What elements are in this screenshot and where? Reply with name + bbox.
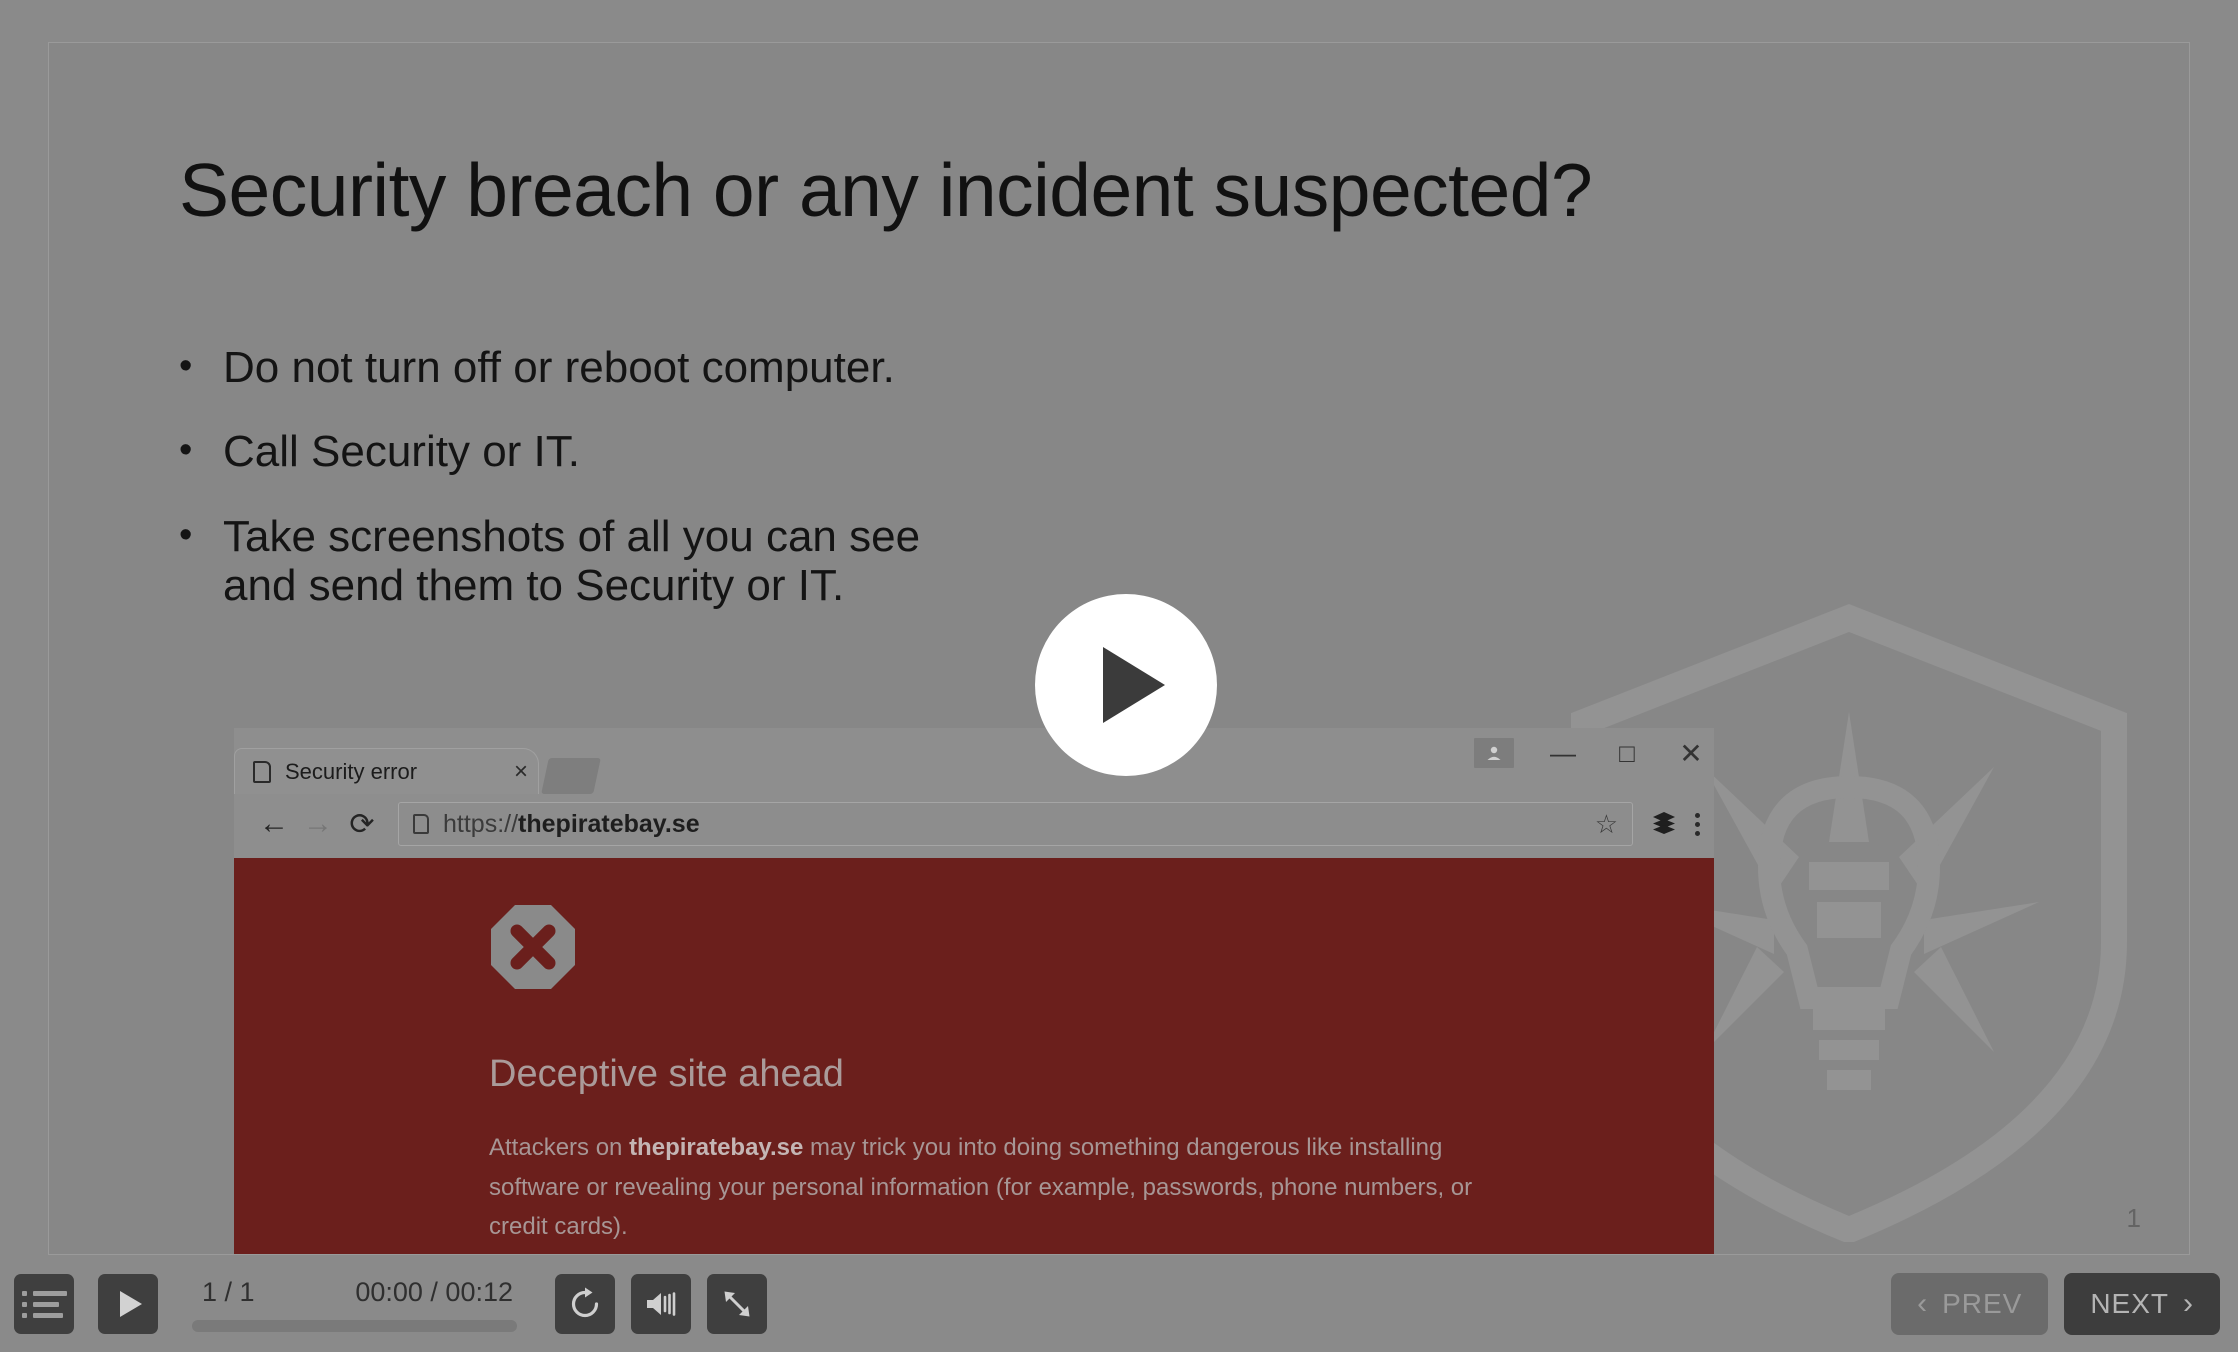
seek-slider[interactable]: [192, 1319, 517, 1332]
browser-screenshot-image: — □ ✕ Security error × ← → ⟳ https://the…: [234, 728, 1714, 1254]
browser-tab-strip: Security error ×: [234, 740, 601, 794]
play-video-overlay-button[interactable]: [1035, 594, 1217, 776]
bullet-text: Call Security or IT.: [223, 427, 580, 477]
extensions-layers-icon: [1651, 809, 1677, 840]
next-button[interactable]: NEXT ›: [2064, 1273, 2220, 1335]
minimize-icon: —: [1550, 737, 1576, 768]
new-tab-icon: [541, 758, 601, 794]
page-favicon-icon: [253, 760, 271, 783]
playback-extra-controls: [555, 1274, 767, 1334]
playback-meta: 1 / 1 00:00 / 00:12: [192, 1277, 517, 1332]
outline-menu-button[interactable]: [14, 1274, 74, 1334]
browser-tab-title: Security error: [285, 758, 418, 784]
address-bar: https://thepiratebay.se ☆: [398, 802, 1633, 846]
play-icon: [119, 1291, 142, 1317]
player-control-bar: 1 / 1 00:00 / 00:12 ‹ PREV NEXT ›: [0, 1256, 2238, 1352]
list-icon: [21, 1290, 67, 1318]
maximize-icon: □: [1619, 737, 1635, 768]
warning-body-lead: Attackers on: [489, 1134, 630, 1161]
bullet-marker-icon: •: [179, 345, 193, 387]
presentation-player: Security breach or any incident suspecte…: [0, 0, 2238, 1352]
warning-heading: Deceptive site ahead: [489, 1053, 844, 1095]
window-controls: — □ ✕: [1474, 730, 1706, 776]
next-button-label: NEXT: [2090, 1288, 2169, 1319]
profile-avatar-icon: [1474, 738, 1514, 768]
close-icon: ✕: [1679, 737, 1703, 769]
slide-counter: 1 / 1: [202, 1276, 255, 1307]
warning-body-host: thepiratebay.se: [629, 1134, 804, 1161]
browser-menu-icon: [1695, 812, 1700, 836]
browser-chrome: — □ ✕ Security error × ← → ⟳ https://the…: [234, 728, 1714, 858]
fullscreen-icon: [724, 1291, 750, 1317]
deceptive-site-warning-page: Deceptive site ahead Attackers on thepir…: [234, 858, 1714, 1254]
slide-number: 1: [2126, 1203, 2141, 1233]
play-triangle-icon: [1103, 647, 1165, 723]
slide-title: Security breach or any incident suspecte…: [179, 148, 1593, 232]
warning-body-text: Attackers on thepiratebay.se may trick y…: [489, 1128, 1499, 1247]
replay-button[interactable]: [555, 1274, 615, 1334]
address-bar-url: https://thepiratebay.se: [443, 810, 700, 839]
volume-button[interactable]: [631, 1274, 691, 1334]
chevron-left-icon: ‹: [1917, 1287, 1929, 1320]
time-display: 00:00 / 00:12: [355, 1276, 513, 1307]
volume-icon: [647, 1292, 676, 1316]
bullet-text: Take screenshots of all you can see and …: [223, 511, 921, 610]
list-item: • Call Security or IT.: [179, 427, 1479, 476]
page-info-icon: [413, 814, 429, 834]
replay-icon: [571, 1287, 599, 1318]
slide-navigation: ‹ PREV NEXT ›: [1891, 1273, 2220, 1335]
bullet-marker-icon: •: [179, 513, 193, 556]
url-scheme: https://: [443, 809, 519, 838]
bullet-marker-icon: •: [179, 429, 193, 472]
fullscreen-button[interactable]: [707, 1274, 767, 1334]
back-icon: ←: [259, 807, 289, 840]
url-host: thepiratebay.se: [518, 809, 700, 838]
prev-button-label: PREV: [1942, 1288, 2023, 1319]
slide-bullet-list: • Do not turn off or reboot computer. • …: [179, 343, 1479, 645]
browser-address-row: ← → ⟳ https://thepiratebay.se ☆: [234, 796, 1714, 852]
bookmark-star-icon: ☆: [1594, 808, 1618, 839]
reload-icon: ⟳: [349, 807, 375, 841]
playback-labels: 1 / 1 00:00 / 00:12: [192, 1277, 517, 1308]
chevron-right-icon: ›: [2183, 1287, 2194, 1320]
error-octagon-icon: [491, 905, 575, 989]
bullet-text: Do not turn off or reboot computer.: [223, 343, 895, 392]
prev-button[interactable]: ‹ PREV: [1891, 1273, 2049, 1335]
play-pause-button[interactable]: [98, 1274, 158, 1334]
list-item: • Take screenshots of all you can see an…: [179, 512, 1479, 611]
tab-close-icon: ×: [513, 757, 528, 785]
forward-icon: →: [303, 807, 333, 840]
browser-tab: Security error ×: [234, 748, 539, 794]
list-item: • Do not turn off or reboot computer.: [179, 343, 1479, 392]
